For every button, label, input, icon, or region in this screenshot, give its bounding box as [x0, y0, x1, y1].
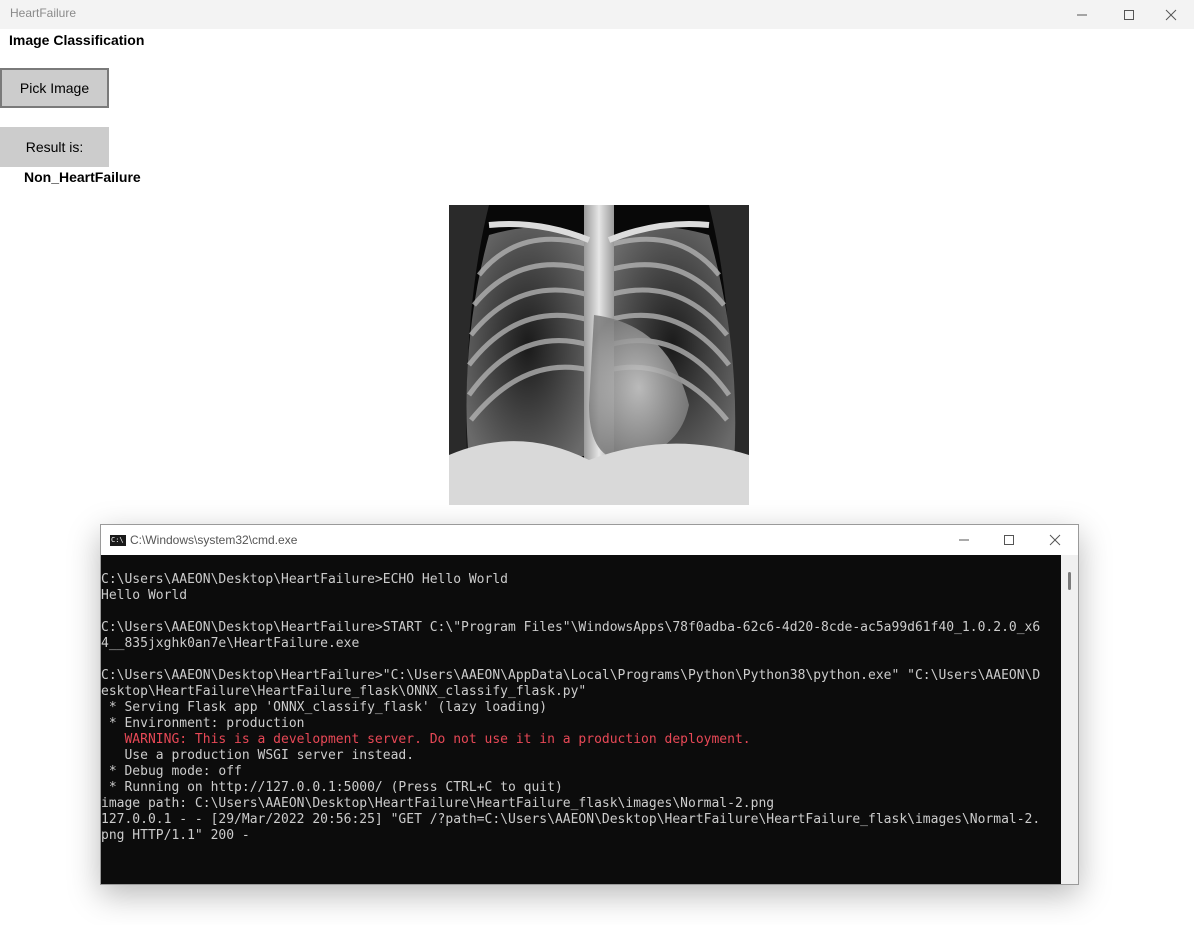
- cmd-window: C:\ C:\Windows\system32\cmd.exe C:\Users…: [100, 524, 1079, 885]
- console-lines: C:\Users\AAEON\Desktop\HeartFailure>ECHO…: [101, 572, 1040, 844]
- app-maximize-button[interactable]: [1106, 0, 1152, 29]
- cmd-title: C:\Windows\system32\cmd.exe: [130, 533, 298, 547]
- minimize-icon: [1077, 14, 1087, 15]
- app-title: HeartFailure: [10, 6, 77, 20]
- console-line: * Environment: production: [101, 716, 305, 731]
- console-line: image path: C:\Users\AAEON\Desktop\Heart…: [101, 796, 775, 811]
- console-line: * Debug mode: off: [101, 764, 242, 779]
- console-line: * Serving Flask app 'ONNX_classify_flask…: [101, 700, 548, 715]
- minimize-icon: [959, 539, 969, 541]
- console-line: esktop\HeartFailure\HeartFailure_flask\O…: [101, 684, 587, 699]
- pick-image-button[interactable]: Pick Image: [0, 68, 109, 108]
- page-title: Image Classification: [9, 32, 145, 48]
- result-label-button[interactable]: Result is:: [0, 127, 109, 167]
- console-line: 4__835jxghk0an7e\HeartFailure.exe: [101, 636, 360, 651]
- console-scroll-thumb[interactable]: [1068, 572, 1071, 590]
- console-line: Hello World: [101, 588, 188, 603]
- console-line: 127.0.0.1 - - [29/Mar/2022 20:56:25] "GE…: [101, 812, 1041, 827]
- console-line: Use a production WSGI server instead.: [101, 748, 415, 763]
- cmd-close-button[interactable]: [1032, 525, 1078, 555]
- app-titlebar: HeartFailure: [0, 0, 1194, 29]
- console-line: * Running on http://127.0.0.1:5000/ (Pre…: [101, 780, 563, 795]
- xray-image: [449, 205, 749, 505]
- console-line: png HTTP/1.1" 200 -: [101, 828, 250, 843]
- cmd-titlebar[interactable]: C:\ C:\Windows\system32\cmd.exe: [101, 525, 1078, 555]
- console-output[interactable]: C:\Users\AAEON\Desktop\HeartFailure>ECHO…: [101, 555, 1061, 884]
- maximize-icon: [1004, 535, 1014, 545]
- close-icon: [1165, 9, 1177, 20]
- console-line: C:\Users\AAEON\Desktop\HeartFailure>ECHO…: [101, 572, 508, 587]
- console-line: C:\Users\AAEON\Desktop\HeartFailure>STAR…: [101, 620, 1041, 635]
- close-icon: [1049, 534, 1061, 546]
- console-line: C:\Users\AAEON\Desktop\HeartFailure>"C:\…: [101, 668, 1041, 683]
- result-value: Non_HeartFailure: [24, 169, 141, 185]
- cmd-minimize-button[interactable]: [941, 525, 987, 555]
- maximize-icon: [1124, 9, 1134, 20]
- app-close-button[interactable]: [1148, 0, 1194, 29]
- console-icon: C:\: [110, 535, 126, 546]
- console-scrollbar[interactable]: [1061, 555, 1078, 884]
- console-warning-line: WARNING: This is a development server. D…: [101, 732, 751, 747]
- app-minimize-button[interactable]: [1059, 0, 1105, 29]
- cmd-maximize-button[interactable]: [986, 525, 1032, 555]
